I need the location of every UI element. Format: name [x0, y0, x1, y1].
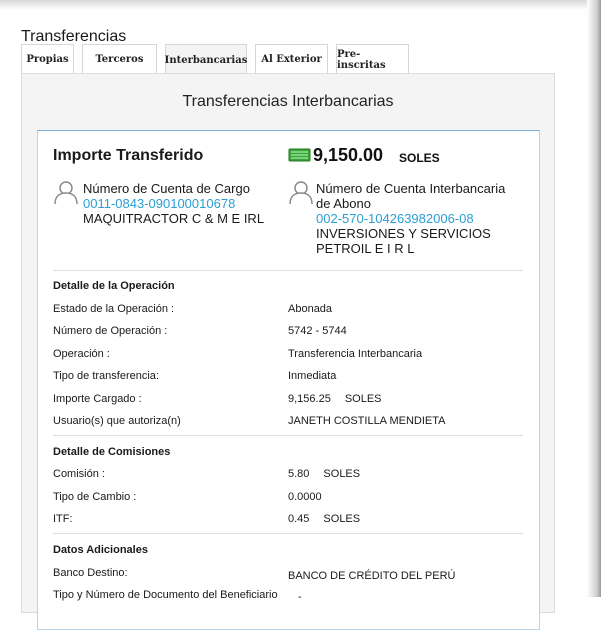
operacion-row-value: Abonada — [288, 303, 333, 315]
abono-label-line2: de Abono — [316, 196, 371, 211]
tab-al-exterior[interactable]: Al Exterior — [255, 44, 328, 74]
operacion-row-label: Usuario(s) que autoriza(n) — [53, 415, 181, 427]
user-icon — [54, 181, 78, 205]
operacion-row-label: Tipo de transferencia: — [53, 370, 159, 382]
operacion-row-label: Operación : — [53, 348, 110, 360]
abono-account: Número de Cuenta Interbancaria de Abono … — [316, 181, 536, 256]
tab-pre-inscritas[interactable]: Pre-inscritas — [336, 44, 409, 74]
window-top-shadow — [0, 0, 601, 10]
transfer-detail-card: Importe Transferido 9,150.00 SOLES Númer… — [37, 130, 540, 630]
divider — [53, 533, 523, 534]
tab-terceros[interactable]: Terceros — [82, 44, 157, 74]
operacion-row-label: Número de Operación : — [53, 325, 168, 337]
comisiones-row-label: Tipo de Cambio : — [53, 491, 137, 503]
operacion-row-label: Importe Cargado : — [53, 393, 142, 405]
adicionales-section-title: Datos Adicionales — [53, 544, 148, 556]
panel-title: Transferencias Interbancarias — [182, 93, 394, 110]
cargo-label: Número de Cuenta de Cargo — [83, 181, 250, 196]
cargo-account-number[interactable]: 0011-0843-090100010678 — [83, 196, 273, 211]
tab-interbancarias[interactable]: Interbancarias — [165, 44, 247, 75]
cargo-holder: MAQUITRACTOR C & M E IRL — [83, 211, 265, 226]
user-icon — [289, 181, 313, 205]
money-icon — [288, 148, 311, 162]
abono-label-line1: Número de Cuenta Interbancaria — [316, 181, 506, 196]
cargo-account: Número de Cuenta de Cargo 0011-0843-0901… — [83, 181, 273, 226]
transfer-currency: SOLES — [399, 151, 440, 165]
comisiones-row-label: ITF: — [53, 513, 73, 525]
adicionales-row-label: Tipo y Número de Documento del Beneficia… — [53, 589, 278, 601]
divider — [53, 435, 523, 436]
tab-propias[interactable]: Propias — [21, 44, 74, 74]
operacion-row-label: Estado de la Operación : — [53, 303, 175, 315]
operacion-row-value: JANETH COSTILLA MENDIETA — [288, 415, 446, 427]
operacion-row-value: Inmediata — [288, 370, 337, 382]
operacion-row-value: Transferencia Interbancaria — [288, 348, 423, 360]
comisiones-row-value: 5.80 SOLES — [288, 468, 361, 480]
operacion-row-value: 9,156.25 SOLES — [288, 393, 382, 405]
comisiones-row-value: 0.0000 — [288, 491, 322, 503]
comisiones-row-value: 0.45 SOLES — [288, 513, 361, 525]
adicionales-row-value: BANCO DE CRÉDITO DEL PERÚ — [288, 570, 456, 582]
divider — [53, 270, 523, 271]
comisiones-row-label: Comisión : — [53, 468, 105, 480]
operacion-row-value: 5742 - 5744 — [288, 325, 347, 337]
operacion-section-title: Detalle de la Operación — [53, 280, 175, 292]
window-right-shadow — [587, 0, 601, 597]
tab-bar: Propias Terceros Interbancarias Al Exter… — [21, 44, 417, 75]
abono-holder-line1: INVERSIONES Y SERVICIOS — [316, 226, 491, 241]
adicionales-row-label: Banco Destino: — [53, 567, 128, 579]
adicionales-row-value: - — [298, 591, 302, 603]
importe-label: Importe Transferido — [53, 147, 204, 164]
transfer-panel: Transferencias Interbancarias Importe Tr… — [21, 73, 555, 630]
abono-account-number[interactable]: 002-570-104263982006-08 — [316, 211, 536, 226]
transfer-amount: 9,150.00 — [313, 145, 384, 165]
abono-holder-line2: PETROIL E I R L — [316, 241, 415, 256]
comisiones-section-title: Detalle de Comisiones — [53, 446, 171, 458]
